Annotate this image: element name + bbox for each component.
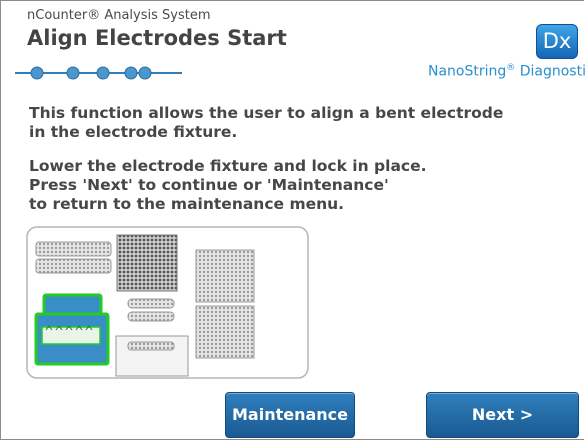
tube-strip-1: [127, 298, 175, 309]
instruction-paragraph-2: Lower the electrode fixture and lock in …: [29, 157, 427, 214]
instruction-line: Lower the electrode fixture and lock in …: [29, 157, 427, 175]
page-title: Align Electrodes Start: [27, 26, 287, 50]
strip-tube-rack-1: [35, 241, 112, 257]
tube-strip-2: [127, 311, 175, 322]
brand-suffix: Diagnostics: [519, 63, 585, 80]
instruction-paragraph-1: This function allows the user to align a…: [29, 104, 503, 142]
brand-name-text: NanoString: [428, 63, 507, 80]
tip-rack: [116, 234, 178, 292]
dx-logo: Dx: [536, 24, 578, 59]
brand-mark: ®: [506, 63, 516, 73]
progress-step-1: [30, 66, 44, 80]
prep-station-deck-icon: [26, 226, 309, 379]
instruction-line: in the electrode fixture.: [29, 123, 238, 141]
instruction-line: This function allows the user to align a…: [29, 104, 504, 122]
plate-bottom: [195, 305, 255, 359]
progress-step-5: [138, 66, 152, 80]
maintenance-button[interactable]: Maintenance: [225, 392, 355, 438]
tube-strip-3: [127, 341, 175, 351]
instruction-line: Press 'Next' to continue or 'Maintenance…: [29, 176, 389, 194]
progress-step-4: [124, 66, 138, 80]
next-button[interactable]: Next >: [426, 392, 579, 438]
strip-tube-rack-2: [35, 258, 112, 274]
progress-step-2: [66, 66, 80, 80]
app-name: nCounter® Analysis System: [27, 8, 211, 23]
plate-top: [195, 249, 255, 303]
brand-name: NanoString® Diagnostics: [428, 63, 585, 80]
instruction-line: to return to the maintenance menu.: [29, 195, 345, 213]
electrode-fixture: [34, 293, 110, 366]
progress-step-3: [96, 66, 110, 80]
